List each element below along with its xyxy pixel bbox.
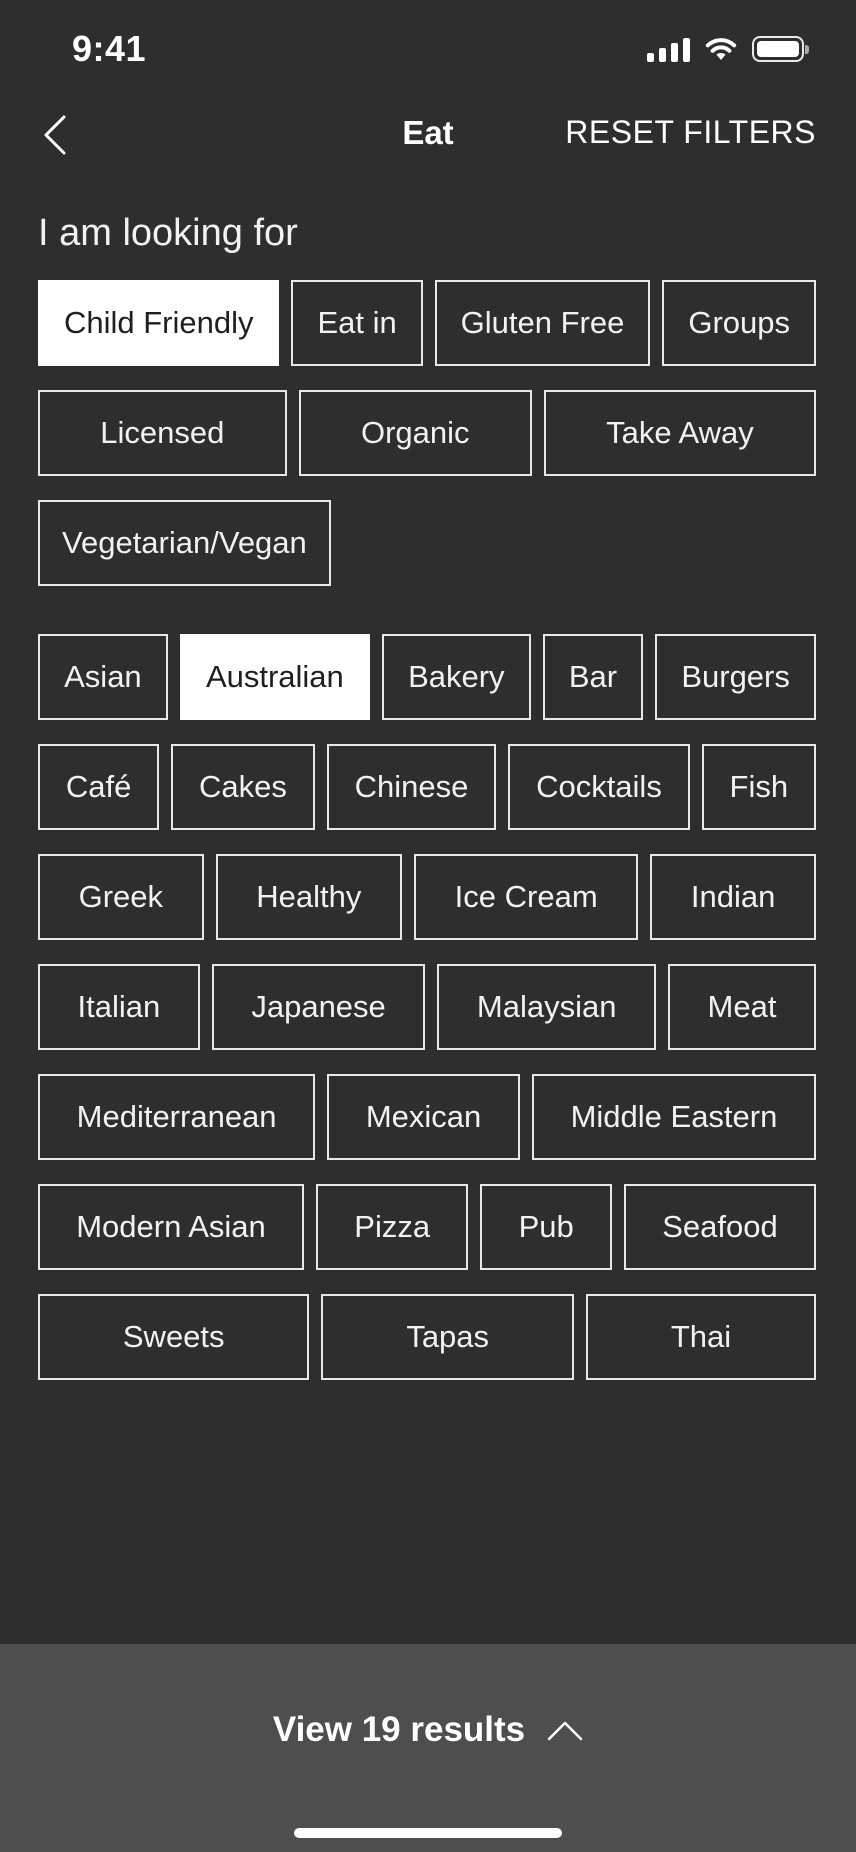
cuisine-chip-mediterranean[interactable]: Mediterranean <box>38 1074 316 1160</box>
feature-chip-groups[interactable]: Groups <box>662 280 816 366</box>
cuisine-chip-japanese[interactable]: Japanese <box>211 964 426 1050</box>
cuisine-chip-tapas[interactable]: Tapas <box>321 1294 574 1380</box>
cuisine-chip-bar[interactable]: Bar <box>542 634 644 720</box>
cuisine-chip-pub[interactable]: Pub <box>480 1184 612 1270</box>
status-bar: 9:41 <box>0 0 856 100</box>
cuisine-chip-modern-asian[interactable]: Modern Asian <box>38 1184 305 1270</box>
results-bar: View 19 results <box>0 1644 856 1852</box>
feature-chip-take-away[interactable]: Take Away <box>543 390 817 476</box>
feature-filter-group: Child Friendly Eat in Gluten Free Groups Lic… <box>38 280 817 586</box>
cuisine-chip-pizza[interactable]: Pizza <box>316 1184 469 1270</box>
view-results-button[interactable]: View 19 results <box>0 1700 856 1760</box>
chevron-up-icon <box>547 1721 583 1741</box>
feature-chip-gluten-free[interactable]: Gluten Free <box>434 280 651 366</box>
feature-chip-eat-in[interactable]: Eat in <box>291 280 423 366</box>
cuisine-chip-cocktails[interactable]: Cocktails <box>508 744 690 830</box>
cuisine-chip-healthy[interactable]: Healthy <box>215 854 403 940</box>
feature-chip-licensed[interactable]: Licensed <box>38 390 287 476</box>
feature-chip-child-friendly[interactable]: Child Friendly <box>38 280 280 366</box>
home-indicator <box>294 1828 562 1838</box>
cuisine-chip-ice-cream[interactable]: Ice Cream <box>414 854 639 940</box>
cuisine-chip-fish[interactable]: Fish <box>701 744 816 830</box>
cuisine-chip-cakes[interactable]: Cakes <box>171 744 315 830</box>
cuisine-chip-bakery[interactable]: Bakery <box>381 634 531 720</box>
cuisine-chip-chinese[interactable]: Chinese <box>326 744 497 830</box>
feature-chip-vegetarian-vegan[interactable]: Vegetarian/Vegan <box>38 500 331 586</box>
cuisine-chip-mexican[interactable]: Mexican <box>327 1074 520 1160</box>
cuisine-chip-middle-eastern[interactable]: Middle Eastern <box>531 1074 817 1160</box>
cuisine-chip-greek[interactable]: Greek <box>38 854 204 940</box>
navigation-bar: Eat RESET FILTERS <box>0 100 856 170</box>
cuisine-chip-meat[interactable]: Meat <box>667 964 816 1050</box>
cuisine-chip-indian[interactable]: Indian <box>650 854 816 940</box>
cuisine-chip-thai[interactable]: Thai <box>585 1294 817 1380</box>
cuisine-chip-burgers[interactable]: Burgers <box>655 634 817 720</box>
cuisine-chip-sweets[interactable]: Sweets <box>38 1294 310 1380</box>
battery-icon <box>752 36 809 62</box>
feature-chip-organic[interactable]: Organic <box>298 390 532 476</box>
cuisine-chip-australian[interactable]: Australian <box>179 634 370 720</box>
cuisine-chip-cafe[interactable]: Café <box>38 744 160 830</box>
cellular-signal-icon <box>647 36 690 62</box>
view-results-label: View 19 results <box>272 1710 526 1749</box>
wifi-icon <box>705 38 737 60</box>
cuisine-filter-group: Asian Australian Bakery Bar Burgers Café Cakes… <box>38 634 817 1380</box>
reset-filters-button[interactable]: RESET FILTERS <box>565 114 816 151</box>
status-icons <box>647 36 809 62</box>
filters-heading: I am looking for <box>38 212 298 254</box>
cuisine-chip-seafood[interactable]: Seafood <box>624 1184 816 1270</box>
status-time: 9:41 <box>72 28 147 69</box>
cuisine-chip-malaysian[interactable]: Malaysian <box>437 964 656 1050</box>
cuisine-chip-asian[interactable]: Asian <box>38 634 168 720</box>
cuisine-chip-italian[interactable]: Italian <box>38 964 200 1050</box>
